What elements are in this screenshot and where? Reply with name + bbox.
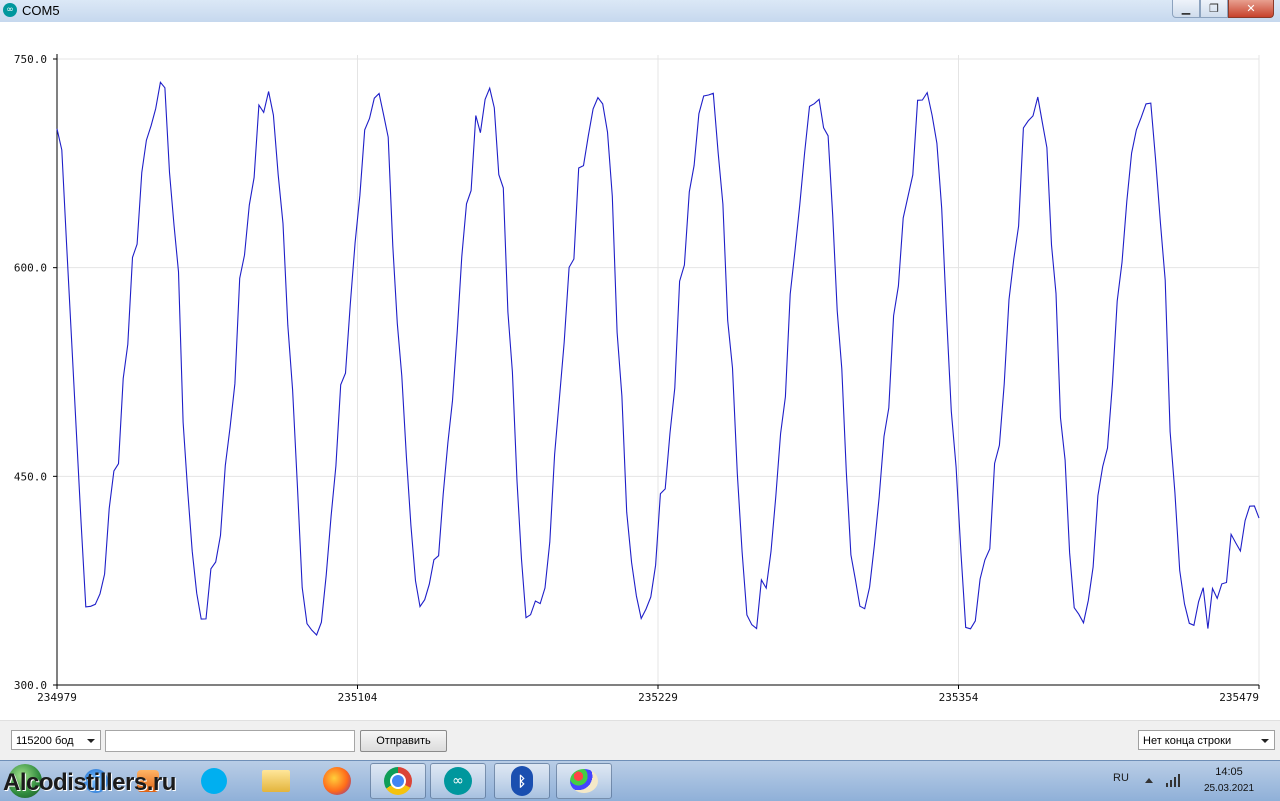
chevron-down-icon (87, 739, 95, 743)
clock-time[interactable]: 14:05 (1198, 766, 1260, 778)
arduino-icon[interactable]: ∞ (430, 763, 486, 799)
x-tick-label: 235104 (338, 691, 378, 704)
arduino-icon: ∞ (3, 3, 17, 17)
serial-plotter: 750.0 600.0 450.0 300.0 234979 235104 235229 23… (0, 22, 1280, 720)
close-button[interactable]: ✕ (1228, 0, 1274, 18)
maximize-button[interactable]: ❐ (1200, 0, 1228, 18)
clock-date[interactable]: 25.03.2021 (1198, 783, 1260, 794)
send-input[interactable] (105, 730, 355, 752)
chevron-down-icon (1261, 739, 1269, 743)
line-ending-select[interactable]: Нет конца строки (1138, 730, 1275, 750)
minimize-button[interactable]: ▁ (1172, 0, 1200, 18)
x-tick-label: 235479 (1219, 691, 1259, 704)
send-button[interactable]: Отправить (360, 730, 447, 752)
chrome-icon[interactable] (370, 763, 426, 799)
firefox-icon[interactable] (309, 763, 365, 799)
paint-icon[interactable] (556, 763, 612, 799)
file-explorer-icon[interactable] (248, 763, 304, 799)
baud-rate-select[interactable]: 115200 бод (11, 730, 101, 750)
skype-icon[interactable] (186, 763, 242, 799)
taskbar: Alcodistillers.ru ∞ ᛒ RU 14:05 25.03.202… (0, 760, 1280, 801)
x-tick-label: 234979 (37, 691, 77, 704)
window-controls: ▁ ❐ ✕ (1172, 0, 1274, 18)
language-indicator[interactable]: RU (1113, 772, 1129, 784)
bluetooth-icon[interactable]: ᛒ (494, 763, 550, 799)
y-tick-label: 450.0 (14, 470, 47, 483)
window-title: COM5 (22, 3, 60, 18)
y-tick-label: 600.0 (14, 262, 47, 275)
watermark: Alcodistillers.ru (3, 769, 176, 796)
x-tick-label: 235229 (638, 691, 678, 704)
baud-rate-value: 115200 бод (16, 735, 74, 747)
x-tick-label: 235354 (939, 691, 979, 704)
chevron-up-icon[interactable] (1145, 778, 1153, 783)
plot-canvas: 750.0600.0450.0300.0234979 235104 235229 23… (14, 53, 1260, 704)
bottom-toolbar: 115200 бод Отправить Нет конца строки (0, 720, 1280, 761)
window-titlebar: ∞ COM5 ▁ ❐ ✕ (0, 0, 1280, 23)
network-signal-icon[interactable] (1166, 773, 1184, 787)
line-ending-value: Нет конца строки (1143, 735, 1232, 747)
y-tick-label: 750.0 (14, 53, 47, 66)
